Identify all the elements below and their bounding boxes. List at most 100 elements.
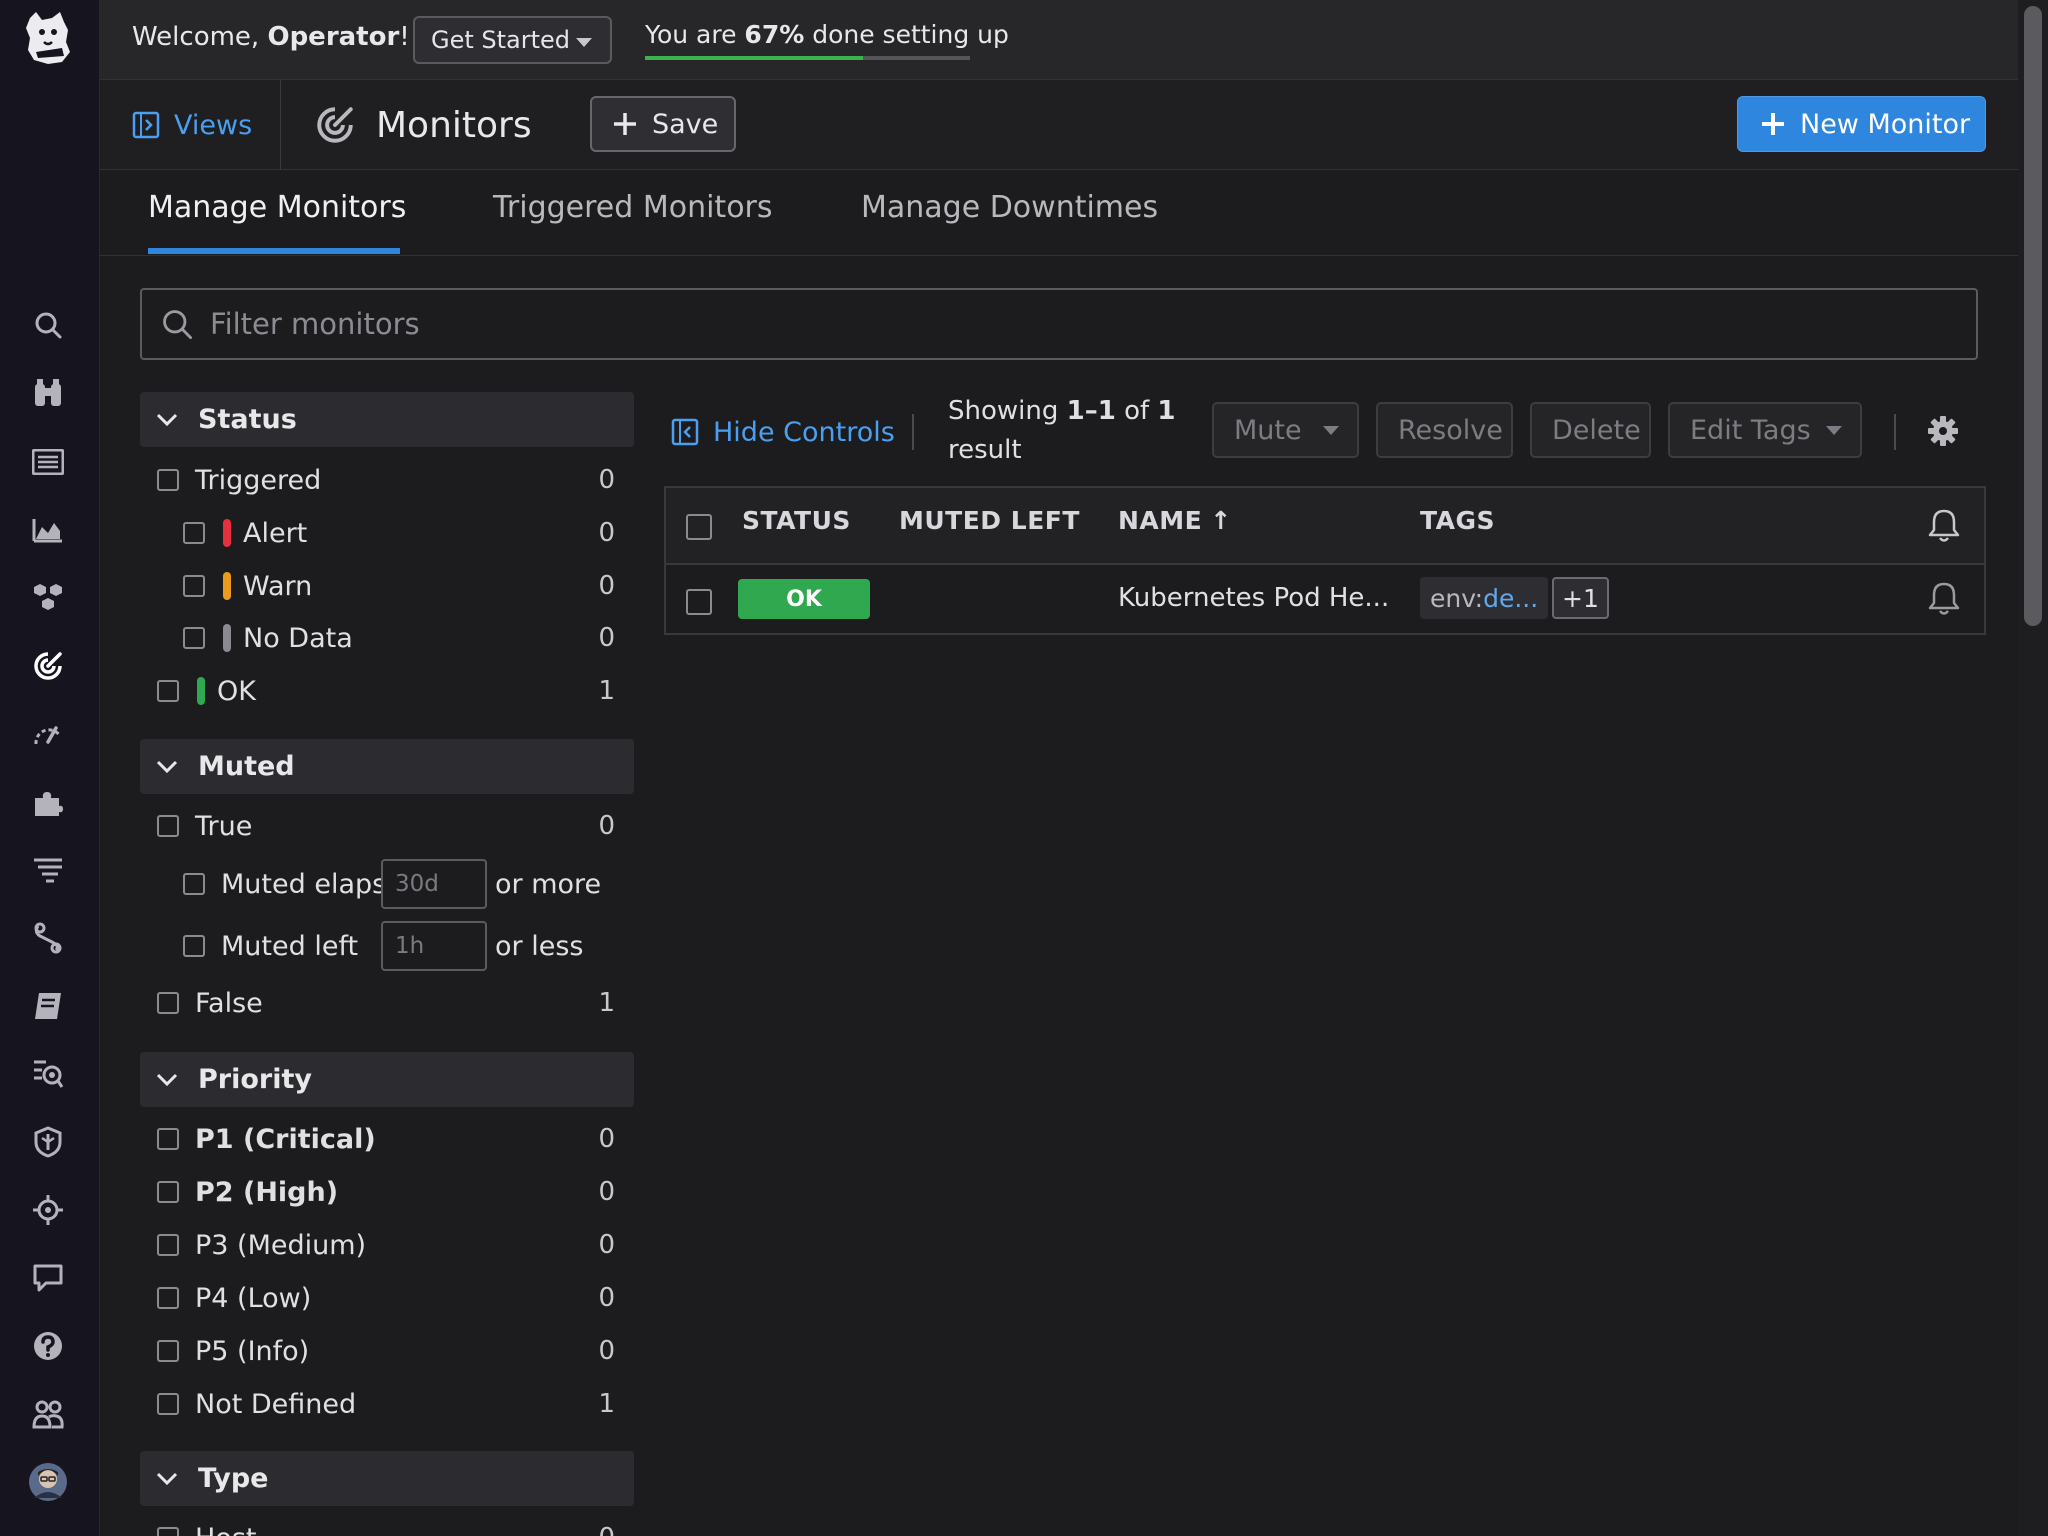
monitor-name-link[interactable]: Kubernetes Pod He... [1118, 583, 1389, 613]
get-started-dropdown[interactable]: Get Started [413, 16, 612, 64]
facet-count: 0 [598, 1230, 615, 1260]
facet-priority-p5[interactable]: P5 (Info) 0 [157, 1331, 615, 1371]
muted-elapsed-checkbox[interactable] [183, 873, 205, 895]
apm-gauge-icon[interactable] [26, 712, 70, 756]
muted-left-input[interactable] [381, 921, 487, 971]
integrations-puzzle-icon[interactable] [26, 780, 70, 824]
tag-chip[interactable]: env: de... [1420, 577, 1549, 619]
tab-manage-monitors[interactable]: Manage Monitors [148, 190, 406, 225]
muted-elapsed-input[interactable] [381, 859, 487, 909]
facet-priority-p3[interactable]: P3 (Medium) 0 [157, 1225, 615, 1265]
save-button[interactable]: Save [590, 96, 736, 152]
alert-checkbox[interactable] [183, 522, 205, 544]
warn-color-swatch [223, 572, 231, 600]
settings-gear-icon[interactable] [1926, 414, 1960, 448]
no-data-checkbox[interactable] [183, 627, 205, 649]
views-toggle[interactable]: Views [132, 106, 252, 144]
facet-type-host[interactable]: Host 0 [157, 1518, 615, 1536]
host-checkbox[interactable] [157, 1527, 179, 1536]
collapse-panel-icon [671, 418, 699, 446]
facet-muted-true[interactable]: True 0 [157, 806, 615, 846]
mute-label: Mute [1234, 414, 1302, 446]
watchdog-list-icon[interactable] [26, 1052, 70, 1096]
facet-priority-p4[interactable]: P4 (Low) 0 [157, 1278, 615, 1318]
team-users-icon[interactable] [26, 1392, 70, 1436]
infrastructure-hexagons-icon[interactable] [26, 576, 70, 620]
chat-bubble-icon[interactable] [26, 1256, 70, 1300]
notebooks-icon[interactable] [26, 984, 70, 1028]
p4-checkbox[interactable] [157, 1287, 179, 1309]
facet-ok[interactable]: OK 1 [157, 671, 615, 711]
facet-muted-header[interactable]: Muted [140, 739, 634, 794]
facet-alert[interactable]: Alert 0 [183, 513, 615, 553]
facet-priority-header[interactable]: Priority [140, 1052, 634, 1107]
hide-controls-button[interactable]: Hide Controls [671, 412, 895, 452]
p5-checkbox[interactable] [157, 1340, 179, 1362]
results-count: Showing 1–1 of 1 result [948, 396, 1176, 465]
facet-status-header[interactable]: Status [140, 392, 634, 447]
facet-warn[interactable]: Warn 0 [183, 566, 615, 606]
facet-muted-false[interactable]: False 1 [157, 983, 615, 1023]
pipelines-filter-icon[interactable] [26, 848, 70, 892]
table-row[interactable]: OK Kubernetes Pod He... env: de... +1 [666, 567, 1984, 633]
column-status[interactable]: STATUS [742, 506, 851, 535]
warn-checkbox[interactable] [183, 575, 205, 597]
p3-checkbox[interactable] [157, 1234, 179, 1256]
muted-left-checkbox[interactable] [183, 935, 205, 957]
p1-checkbox[interactable] [157, 1128, 179, 1150]
p2-checkbox[interactable] [157, 1181, 179, 1203]
search-icon[interactable] [26, 303, 70, 347]
muted-false-checkbox[interactable] [157, 992, 179, 1014]
delete-button[interactable]: Delete [1530, 402, 1651, 458]
facet-priority-p2[interactable]: P2 (High) 0 [157, 1172, 615, 1212]
network-globe-icon[interactable] [26, 1188, 70, 1232]
setup-progress-bar [645, 56, 970, 60]
triggered-checkbox[interactable] [157, 469, 179, 491]
resolve-label: Resolve [1398, 414, 1503, 446]
synthetics-link-icon[interactable] [26, 916, 70, 960]
security-shield-icon[interactable] [26, 1120, 70, 1164]
muted-elapsed-suffix: or more [495, 868, 602, 900]
tab-manage-downtimes[interactable]: Manage Downtimes [861, 190, 1158, 225]
help-question-icon[interactable] [26, 1324, 70, 1368]
column-name[interactable]: NAME ↑ [1118, 506, 1232, 535]
facet-muted-left[interactable]: Muted left or less [183, 921, 583, 971]
search-input[interactable] [210, 307, 1910, 341]
facet-count: 0 [598, 571, 615, 601]
notifications-bell-icon[interactable] [1928, 508, 1960, 544]
page-scrollbar-thumb[interactable] [2024, 6, 2042, 626]
row-checkbox[interactable] [686, 589, 712, 615]
ok-checkbox[interactable] [157, 680, 179, 702]
ok-color-swatch [197, 677, 205, 705]
select-all-checkbox[interactable] [686, 514, 712, 540]
edit-tags-dropdown[interactable]: Edit Tags [1668, 402, 1862, 458]
column-muted-left[interactable]: MUTED LEFT [899, 506, 1080, 535]
facet-muted-elapsed[interactable]: Muted elapsed or more [183, 859, 602, 909]
facet-triggered[interactable]: Triggered 0 [157, 460, 615, 500]
facet-priority-not-defined[interactable]: Not Defined 1 [157, 1384, 615, 1424]
tab-triggered-monitors[interactable]: Triggered Monitors [493, 190, 773, 225]
chevron-down-icon [156, 1073, 178, 1086]
dashboards-chart-icon[interactable] [26, 508, 70, 552]
user-avatar[interactable] [26, 1460, 70, 1504]
filter-monitors-search [140, 288, 1978, 360]
facet-no-data[interactable]: No Data 0 [183, 618, 615, 658]
tab-bar: Manage Monitors Triggered Monitors Manag… [100, 170, 2018, 256]
mute-dropdown[interactable]: Mute [1212, 402, 1359, 458]
logs-icon[interactable] [26, 440, 70, 484]
new-monitor-button[interactable]: New Monitor [1737, 96, 1986, 152]
more-tags-chip[interactable]: +1 [1552, 577, 1609, 619]
datadog-logo-icon[interactable] [22, 8, 74, 68]
monitors-icon[interactable] [26, 644, 70, 688]
binoculars-icon[interactable] [26, 371, 70, 415]
monitors-icon [317, 107, 353, 143]
facet-priority-p1[interactable]: P1 (Critical) 0 [157, 1119, 615, 1159]
not-defined-checkbox[interactable] [157, 1393, 179, 1415]
column-tags[interactable]: TAGS [1420, 506, 1495, 535]
facet-type-header[interactable]: Type [140, 1451, 634, 1506]
save-label: Save [652, 108, 719, 140]
row-notifications-bell-icon[interactable] [1928, 581, 1960, 617]
resolve-button[interactable]: Resolve [1376, 402, 1513, 458]
muted-true-checkbox[interactable] [157, 815, 179, 837]
facet-count: 1 [598, 676, 615, 706]
